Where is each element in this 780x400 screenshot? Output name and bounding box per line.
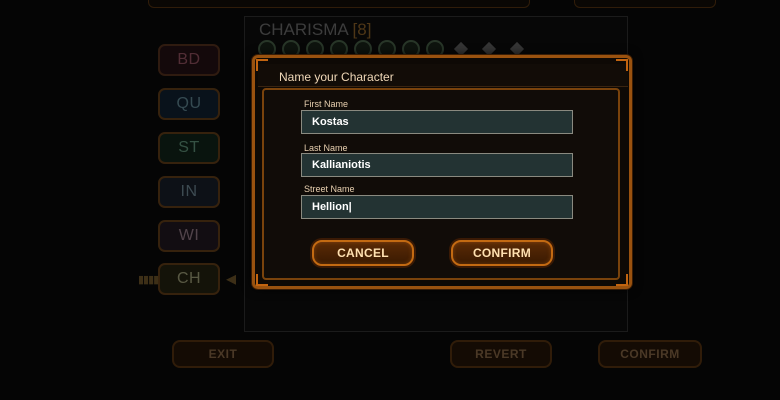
top-bar-right xyxy=(574,0,716,8)
last-name-input[interactable] xyxy=(301,153,573,177)
frame-corner-icon xyxy=(256,59,268,71)
first-name-input[interactable] xyxy=(301,110,573,134)
stat-point-empty xyxy=(453,41,469,57)
attribute-button-ch[interactable]: CH xyxy=(158,263,220,295)
bottom-confirm-button[interactable]: CONFIRM xyxy=(598,340,702,368)
revert-button[interactable]: REVERT xyxy=(450,340,552,368)
selection-indicator-left-icon: ▮▮▮▮ xyxy=(138,274,159,286)
selection-indicator-right-icon: ◂ xyxy=(226,268,237,290)
game-screen: CHARISMA [8] BD QU ST IN WI CH ▮▮▮▮ ◂ EX… xyxy=(0,0,780,400)
confirm-button[interactable]: CONFIRM xyxy=(451,240,553,266)
first-name-label: First Name xyxy=(304,99,349,109)
exit-button[interactable]: EXIT xyxy=(172,340,274,368)
top-bar-left xyxy=(148,0,530,8)
attribute-button-st[interactable]: ST xyxy=(158,132,220,164)
attribute-button-wi[interactable]: WI xyxy=(158,220,220,252)
attribute-button-in[interactable]: IN xyxy=(158,176,220,208)
stat-heading-value: [8] xyxy=(352,20,372,39)
stat-point-empty xyxy=(481,41,497,57)
attribute-button-qu[interactable]: QU xyxy=(158,88,220,120)
stat-heading: CHARISMA [8] xyxy=(259,20,371,40)
street-name-input[interactable] xyxy=(301,195,573,219)
stat-point-empty xyxy=(509,41,525,57)
frame-corner-icon xyxy=(616,59,628,71)
last-name-label: Last Name xyxy=(304,143,348,153)
attribute-button-bd[interactable]: BD xyxy=(158,44,220,76)
stat-heading-label: CHARISMA xyxy=(259,20,348,39)
name-dialog-title: Name your Character xyxy=(279,70,394,84)
street-name-label: Street Name xyxy=(304,184,355,194)
cancel-button[interactable]: CANCEL xyxy=(312,240,414,266)
